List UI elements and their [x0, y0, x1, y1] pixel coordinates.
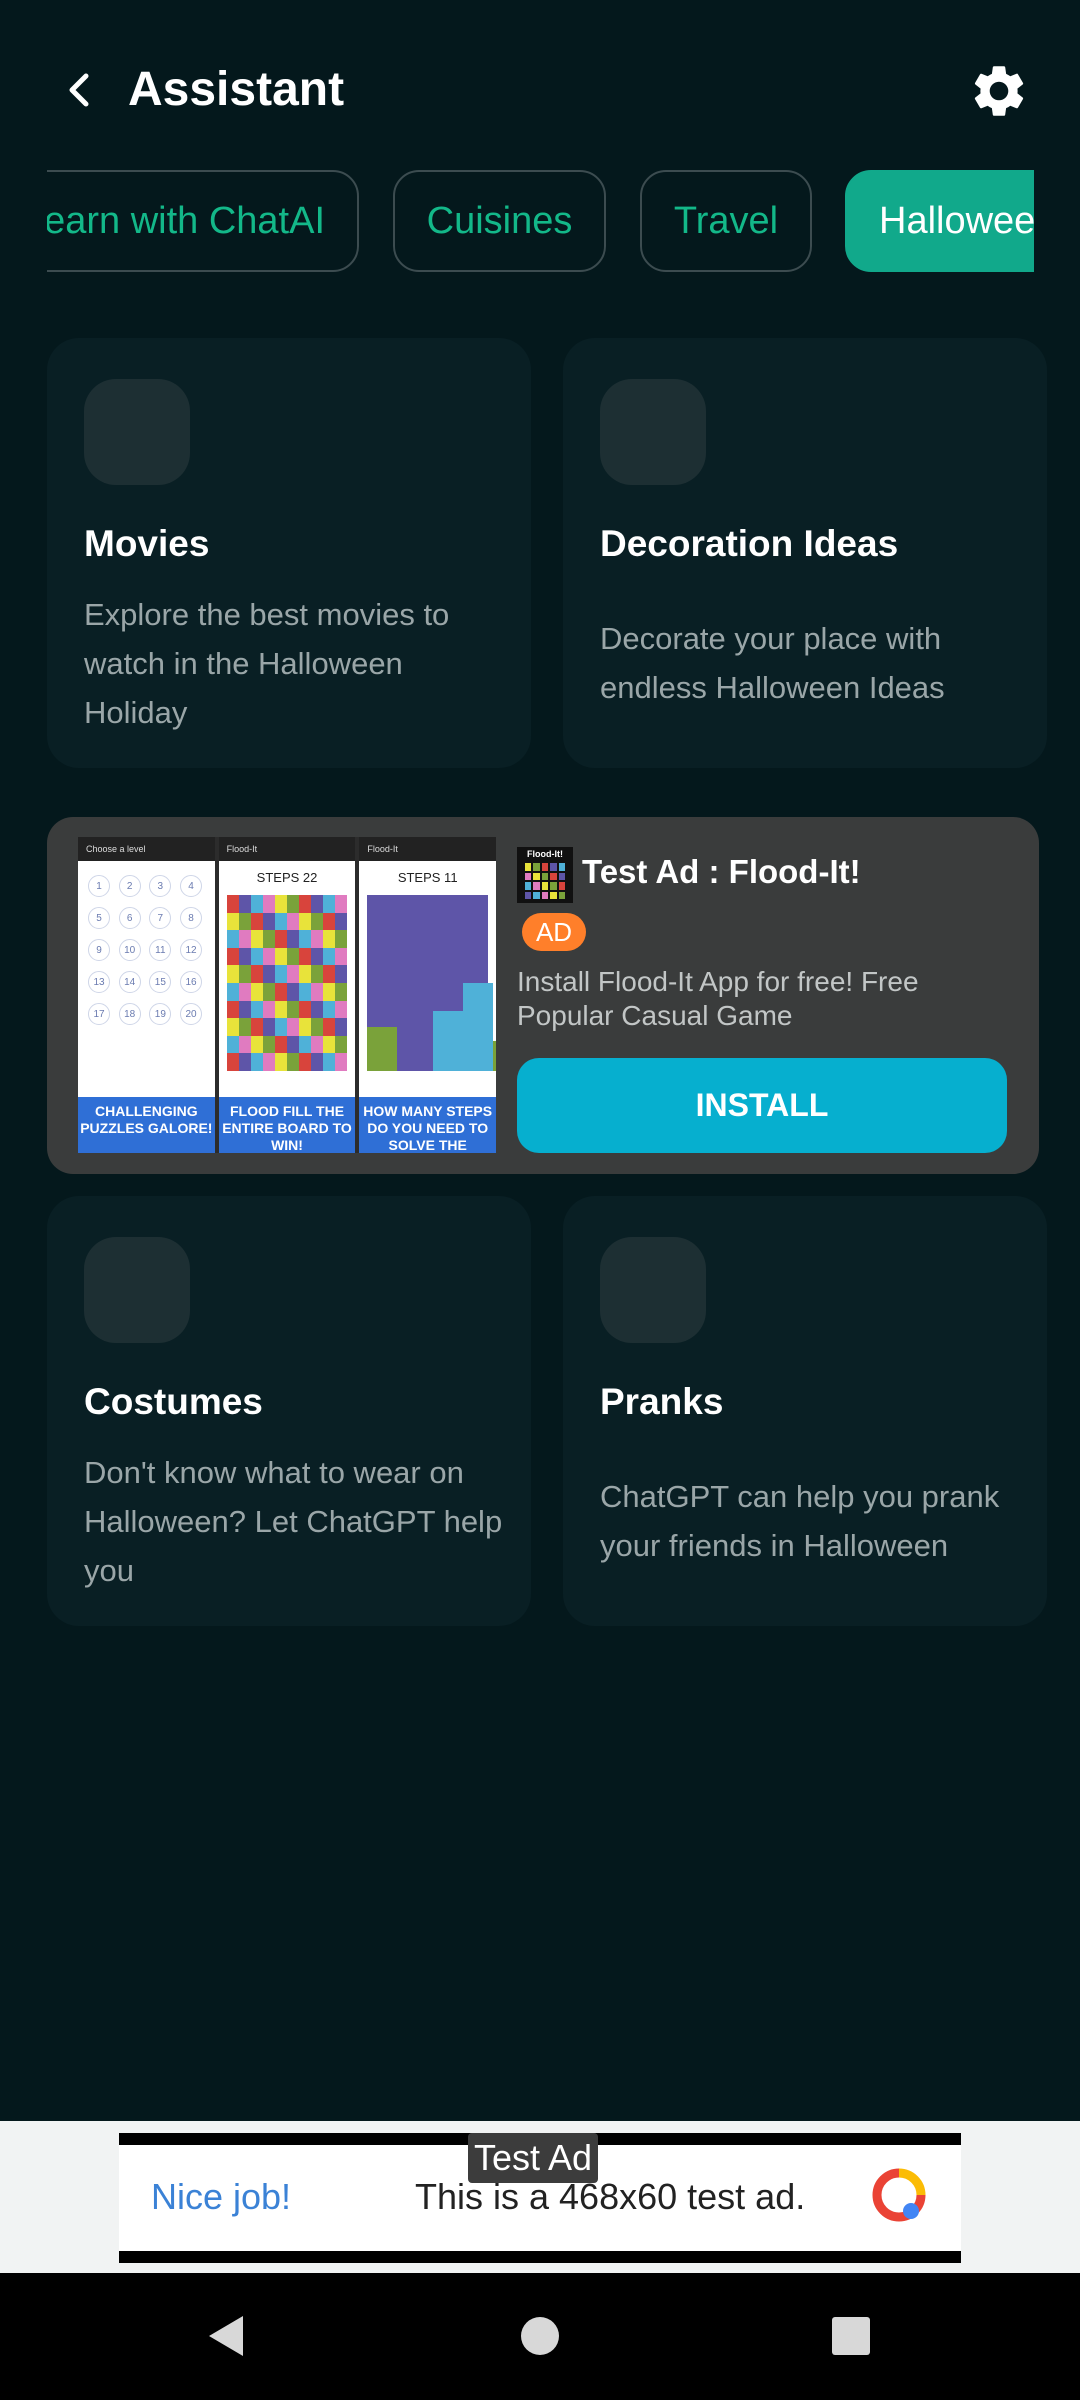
nav-recents-icon: [832, 2317, 870, 2355]
card-pranks[interactable]: Pranks ChatGPT can help you prank your fr…: [563, 1196, 1047, 1626]
native-ad[interactable]: Choose a level 1 2 3 4 5 6 7 8 9 10 11 12 13 14 15 16 17…: [47, 817, 1039, 1174]
flood-board: [367, 895, 497, 1071]
banner-nice-text: Nice job!: [151, 2176, 292, 2217]
chip-label: earn with ChatAI: [47, 199, 325, 242]
pranks-icon: [600, 1237, 706, 1343]
card-title: Costumes: [84, 1381, 263, 1422]
screenshot-caption: FLOOD FILL THE ENTIRE BOARD TO WIN!: [218, 1097, 356, 1153]
card-title: Movies: [84, 523, 210, 564]
card-decoration-ideas[interactable]: Decoration Ideas Decorate your place with…: [563, 338, 1047, 768]
card-title: Pranks: [600, 1381, 724, 1422]
level-circle: 1: [88, 875, 110, 897]
ad-body: Install Flood-It App for free! Free Popu…: [517, 966, 919, 1031]
level-circle: 7: [149, 907, 172, 929]
level-circle: 6: [118, 907, 141, 929]
card-description: ChatGPT can help you prank your friends …: [600, 1479, 1000, 1563]
ad-screenshot-flood: Flood-It STEPS 11 HOW MANY STEPS DO YOU …: [359, 837, 497, 1153]
ad-title[interactable]: Test Ad : Flood-It!: [582, 849, 861, 895]
level-circle: 4: [180, 875, 202, 897]
level-circle: 14: [118, 971, 141, 993]
ad-screenshot-levels: Choose a level 1 2 3 4 5 6 7 8 9 10 11 12 13 14 15 16 17…: [78, 837, 215, 1153]
back-arrow-icon: [69, 73, 89, 107]
level-circle: 17: [88, 1003, 110, 1025]
level-circle: 9: [88, 939, 110, 961]
chip-label: Halloween: [879, 199, 1034, 242]
card-description: Decorate your place with endless Hallowe…: [600, 621, 945, 705]
screenshot-bar: Choose a level: [78, 837, 215, 861]
ad-screenshot-board: Flood-It STEPS 22 FLOOD FILL THE ENTIRE …: [218, 837, 356, 1153]
test-ad-label: Test Ad: [468, 2133, 599, 2183]
ad-logo-icon: [872, 2168, 926, 2222]
level-circle: 18: [118, 1003, 141, 1025]
level-circle: 12: [180, 939, 202, 961]
level-circle: 15: [149, 971, 172, 993]
chip-learn-with-chatai[interactable]: earn with ChatAI: [47, 170, 359, 272]
system-nav-bar: [0, 2273, 1080, 2400]
color-board: [226, 895, 348, 1071]
settings-button[interactable]: [962, 54, 1036, 128]
ad-screenshots: Choose a level 1 2 3 4 5 6 7 8 9 10 11 12 13 14 15 16 17…: [78, 837, 497, 1153]
level-circle: 5: [88, 907, 110, 929]
level-circle: 13: [88, 971, 110, 993]
level-circle: 2: [118, 875, 141, 897]
card-costumes[interactable]: Costumes Don't know what to wear on Hallo…: [47, 1196, 531, 1626]
level-circle: 16: [180, 971, 202, 993]
level-circle: 8: [180, 907, 202, 929]
gear-icon: [974, 66, 1024, 116]
screenshot-caption: CHALLENGING PUZZLES GALORE!: [78, 1097, 215, 1153]
decoration-icon: [600, 379, 706, 485]
nav-back-button[interactable]: [192, 2303, 258, 2369]
screenshot-bar: Flood-It: [359, 837, 497, 861]
install-button[interactable]: INSTALL: [517, 1058, 1007, 1153]
card-title: Decoration Ideas: [600, 523, 899, 564]
movies-icon: [84, 379, 190, 485]
card-description: Explore the best movies to watch in the …: [84, 597, 450, 730]
app-header: Assistant: [0, 0, 1080, 180]
screenshot-caption: HOW MANY STEPS DO YOU NEED TO SOLVE THE …: [359, 1097, 497, 1153]
ad-badge: AD: [522, 913, 586, 951]
level-circle: 3: [149, 875, 172, 897]
back-button[interactable]: [52, 62, 108, 118]
screenshot-bar: Flood-It: [218, 837, 356, 861]
chip-label: Travel: [673, 199, 779, 242]
flood-it-logo: Flood-It!: [517, 847, 573, 903]
card-description: Don't know what to wear on Halloween? Le…: [84, 1455, 503, 1588]
card-movies[interactable]: Movies Explore the best movies to watch i…: [47, 338, 531, 768]
category-chips: earn with ChatAI Cuisines Travel Hallowe…: [47, 168, 1034, 274]
steps-counter: STEPS 22: [256, 870, 318, 885]
level-grid: 1 2 3 4 5 6 7 8 9 10 11 12 13 14 15 16 17 18 19 20: [78, 861, 215, 1039]
nav-home-button[interactable]: [507, 2303, 573, 2369]
nav-home-icon: [521, 2317, 559, 2355]
nav-back-icon: [209, 2316, 243, 2356]
page-title: Assistant: [128, 63, 345, 116]
chip-travel[interactable]: Travel: [640, 170, 812, 272]
chip-halloween[interactable]: Halloween: [845, 170, 1034, 272]
costumes-icon: [84, 1237, 190, 1343]
chip-cuisines[interactable]: Cuisines: [393, 170, 606, 272]
logo-text: Flood-It!: [527, 849, 563, 859]
chip-label: Cuisines: [426, 199, 573, 242]
level-circle: 10: [118, 939, 141, 961]
nav-recents-button[interactable]: [818, 2303, 884, 2369]
level-circle: 20: [180, 1003, 202, 1025]
level-circle: 11: [149, 939, 172, 961]
steps-counter: STEPS 11: [397, 870, 458, 885]
level-circle: 19: [149, 1003, 172, 1025]
